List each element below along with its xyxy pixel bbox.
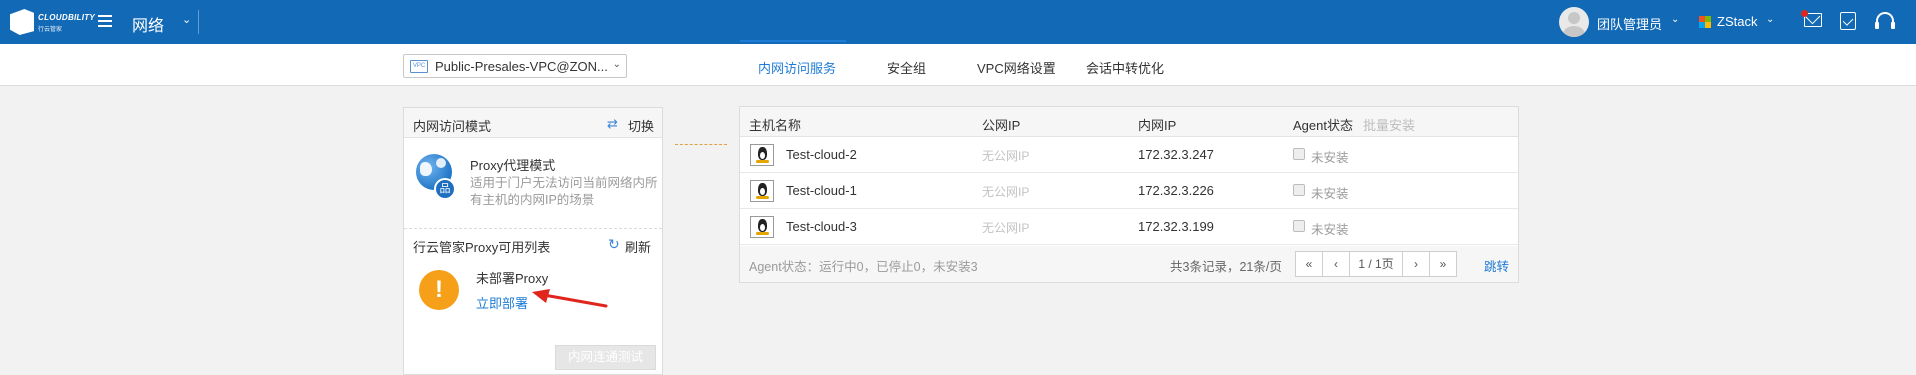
table-row[interactable]: Test-cloud-3 无公网IP 172.32.3.199 未安装: [740, 209, 1518, 245]
table-header: 主机名称 公网IP 内网IP Agent状态 批量安装: [740, 107, 1518, 137]
logo-brand-text: CLOUDBILITY: [38, 13, 96, 22]
warning-icon: !: [419, 270, 459, 310]
tenant-logo-icon: [1699, 16, 1711, 28]
column-header-private-ip: 内网IP: [1138, 118, 1177, 133]
chevron-down-icon: ⌄: [612, 59, 621, 70]
cloudbility-logo[interactable]: CLOUDBILITY 行云管家: [10, 9, 95, 35]
proxy-mode-title: Proxy代理模式: [470, 158, 556, 173]
linux-icon: [750, 216, 774, 238]
connector-line: [675, 144, 727, 145]
agent-status-icon: [1293, 148, 1305, 160]
host-table: 主机名称 公网IP 内网IP Agent状态 批量安装 Test-cloud-2…: [739, 106, 1519, 283]
host-name[interactable]: Test-cloud-2: [786, 147, 857, 162]
sub-navigation: VPC Public-Presales-VPC@ZON... ⌄ 内网访问服务 …: [0, 44, 1916, 86]
table-row[interactable]: Test-cloud-2 无公网IP 172.32.3.247 未安装: [740, 137, 1518, 173]
table-footer: Agent状态：运行中0，已停止0，未安装3 共3条记录，21条/页 « ‹ 1…: [740, 246, 1518, 282]
switch-icon[interactable]: ⇄: [607, 116, 618, 132]
vpc-select[interactable]: VPC Public-Presales-VPC@ZON... ⌄: [403, 54, 627, 78]
agent-status: 未安装: [1311, 151, 1349, 165]
host-name[interactable]: Test-cloud-3: [786, 219, 857, 234]
deploy-now-link[interactable]: 立即部署: [476, 293, 528, 312]
active-tab-indicator: [740, 40, 846, 42]
proxy-list-title: 行云管家Proxy可用列表: [413, 240, 551, 255]
refresh-icon[interactable]: ↻: [608, 236, 620, 253]
user-avatar[interactable]: [1559, 7, 1589, 37]
host-name[interactable]: Test-cloud-1: [786, 183, 857, 198]
agent-status-icon: [1293, 220, 1305, 232]
divider: [198, 10, 199, 34]
column-header-agent-status: Agent状态: [1293, 118, 1353, 133]
divider: [404, 228, 662, 229]
no-proxy-text: 未部署Proxy: [476, 271, 549, 286]
switch-button[interactable]: 切换: [628, 116, 654, 135]
user-name[interactable]: 团队管理员: [1597, 14, 1662, 33]
logo-mark-icon: [10, 9, 34, 35]
chevron-down-icon[interactable]: ⌄: [1671, 14, 1679, 25]
top-bar: CLOUDBILITY 行云管家 网络 ⌄ 团队管理员 ⌄ ZStack ⌄: [0, 0, 1916, 44]
module-title[interactable]: 网络: [132, 12, 164, 36]
linux-icon: [750, 144, 774, 166]
task-icon[interactable]: [1840, 12, 1856, 30]
linux-icon: [750, 180, 774, 202]
column-header-host-name: 主机名称: [749, 118, 802, 133]
private-ip: 172.32.3.247: [1138, 147, 1214, 162]
table-row[interactable]: Test-cloud-1 无公网IP 172.32.3.226 未安装: [740, 173, 1518, 209]
chevron-down-icon[interactable]: ⌄: [182, 13, 191, 26]
public-ip: 无公网IP: [982, 149, 1030, 163]
private-ip: 172.32.3.226: [1138, 183, 1214, 198]
private-ip: 172.32.3.199: [1138, 219, 1214, 234]
tab-security-group[interactable]: 安全组: [887, 58, 926, 77]
chevron-down-icon[interactable]: ⌄: [1766, 14, 1774, 25]
page-info: 共3条记录，21条/页: [1170, 260, 1282, 274]
tenant-name[interactable]: ZStack: [1717, 14, 1757, 29]
connectivity-test-button[interactable]: 内网连通测试: [555, 345, 656, 370]
last-page-button[interactable]: »: [1429, 251, 1457, 277]
prev-page-button[interactable]: ‹: [1322, 251, 1350, 277]
access-mode-panel: 内网访问模式 ⇄ 切换 品 Proxy代理模式 适用于门户无法访问当前网络内所有…: [403, 107, 663, 375]
panel-title: 内网访问模式: [413, 119, 492, 134]
next-page-button[interactable]: ›: [1402, 251, 1430, 277]
tab-session-relay[interactable]: 会话中转优化: [1086, 58, 1164, 77]
tab-vpc-settings[interactable]: VPC网络设置: [977, 58, 1056, 77]
bulk-install-button[interactable]: 批量安装: [1363, 115, 1415, 134]
column-header-public-ip: 公网IP: [982, 118, 1021, 133]
agent-status: 未安装: [1311, 187, 1349, 201]
agent-status-icon: [1293, 184, 1305, 196]
public-ip: 无公网IP: [982, 185, 1030, 199]
network-topology-icon: 品: [434, 178, 456, 200]
annotation-arrow-icon: [532, 289, 608, 308]
vpc-select-value: Public-Presales-VPC@ZON...: [435, 59, 608, 74]
agent-status-summary: Agent状态：运行中0，已停止0，未安装3: [749, 260, 978, 274]
hamburger-menu-icon[interactable]: [98, 15, 112, 27]
vpc-icon: VPC: [410, 60, 428, 73]
public-ip: 无公网IP: [982, 221, 1030, 235]
panel-header: 内网访问模式 ⇄ 切换: [404, 108, 662, 138]
agent-status: 未安装: [1311, 223, 1349, 237]
tab-intranet-access[interactable]: 内网访问服务: [758, 58, 836, 77]
refresh-button[interactable]: 刷新: [625, 237, 651, 256]
current-page-indicator: 1 / 1页: [1349, 251, 1403, 277]
first-page-button[interactable]: «: [1295, 251, 1323, 277]
jump-page-button[interactable]: 跳转: [1484, 256, 1509, 275]
support-headset-icon[interactable]: [1875, 12, 1895, 29]
notification-dot: [1801, 10, 1808, 17]
logo-brand-subtext: 行云管家: [38, 27, 63, 33]
proxy-mode-description: 适用于门户无法访问当前网络内所有主机的内网IP的场景: [470, 176, 658, 207]
